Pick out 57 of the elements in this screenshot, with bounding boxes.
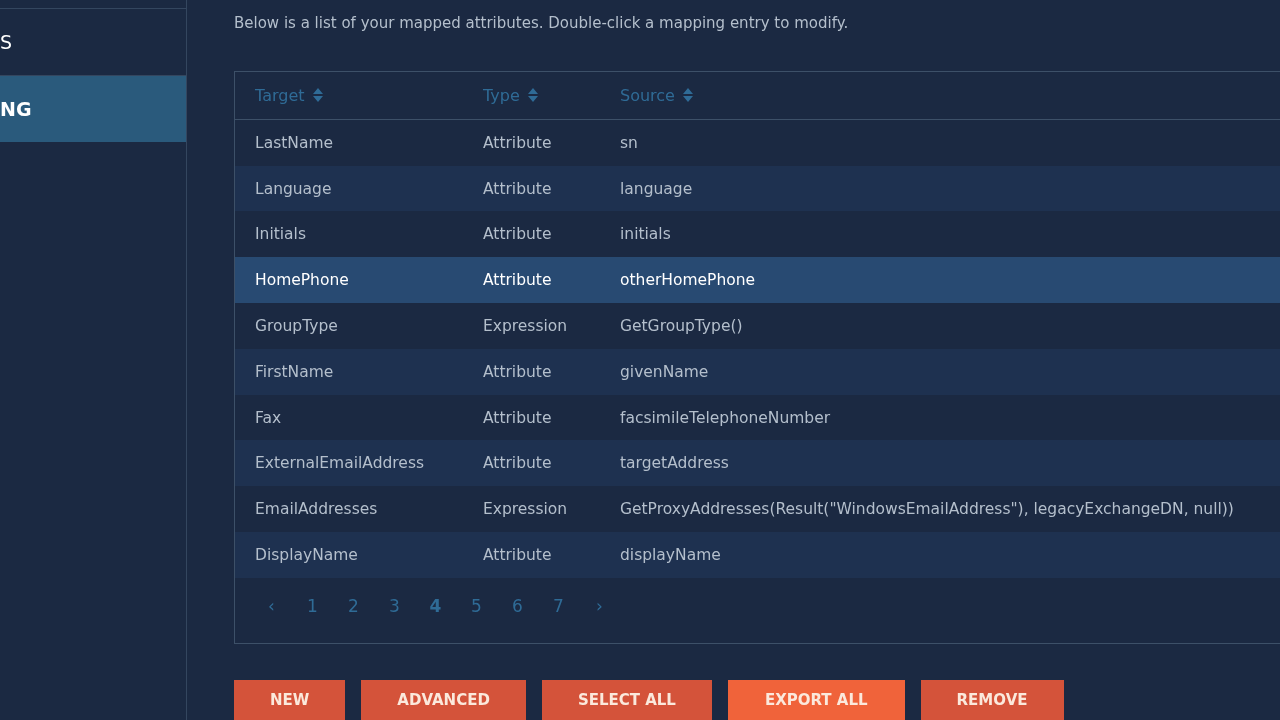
- table-cell-text: givenName: [620, 362, 710, 381]
- table-cell-text: ExternalEmailAddress: [254, 454, 426, 473]
- action-button[interactable]: ADVANCED: [361, 680, 526, 720]
- next-page-link[interactable]: ›: [579, 595, 620, 616]
- page-link[interactable]: 7: [538, 595, 579, 616]
- page-link[interactable]: 1: [292, 595, 333, 616]
- table-cell-text: GroupType: [254, 316, 339, 335]
- previous-page-link[interactable]: ‹: [251, 595, 292, 616]
- table-cell-text: Attribute: [483, 225, 553, 244]
- table-row[interactable]: ExternalEmailAddress Attribute targetAddress: [235, 440, 1280, 487]
- table-cell-text: targetAddress: [620, 454, 730, 473]
- action-button[interactable]: REMOVE: [920, 680, 1064, 720]
- page-link[interactable]: 4: [415, 595, 456, 616]
- table-cell-text: Attribute: [483, 408, 553, 427]
- table-cell-text: Language: [254, 179, 333, 198]
- table-cell-text: otherHomePhone: [620, 271, 757, 290]
- column-header[interactable]: Type: [483, 85, 620, 105]
- table-cell-text: language: [620, 179, 694, 198]
- table-cell-text: Attribute: [483, 271, 553, 290]
- sidebar-item[interactable]: NG: [0, 75, 186, 142]
- sort-icon: [527, 87, 538, 104]
- table-cell-text: LastName: [254, 133, 334, 152]
- table-row[interactable]: Language Attribute language: [235, 165, 1280, 212]
- table-cell-text: GetGroupType(): [620, 316, 744, 335]
- table-cell-text: DisplayName: [254, 545, 359, 564]
- table-cell-text: displayName: [620, 545, 722, 564]
- table-cell-text: Expression: [483, 316, 569, 335]
- table-cell-text: Initials: [254, 225, 307, 244]
- table-cell-text: HomePhone: [254, 271, 350, 290]
- table-cell-text: EmailAddresses: [254, 500, 379, 519]
- page-link[interactable]: 3: [374, 595, 415, 616]
- table-cell-text: Attribute: [483, 179, 553, 198]
- action-button[interactable]: EXPORT ALL: [727, 680, 905, 720]
- sort-icon: [682, 87, 693, 104]
- table-cell-text: Fax: [254, 408, 283, 427]
- sort-icon: [312, 87, 323, 104]
- description-text: Below is a list of your mapped attributes. Double-click a mapping entry to modify.: [234, 14, 850, 34]
- page-link[interactable]: 2: [333, 595, 374, 616]
- action-button[interactable]: SELECT ALL: [541, 680, 712, 720]
- table-cell-text: Expression: [483, 500, 569, 519]
- column-header[interactable]: Source: [620, 85, 1280, 105]
- table-row[interactable]: HomePhone Attribute otherHomePhone: [235, 257, 1280, 303]
- table-cell-text: Attribute: [483, 133, 553, 152]
- table-cell-text: FirstName: [254, 362, 335, 381]
- table-cell-text: initials: [620, 225, 672, 244]
- table-cell-text: Attribute: [483, 454, 553, 473]
- table-row[interactable]: DisplayName Attribute displayName: [235, 532, 1280, 578]
- page-link[interactable]: 6: [497, 595, 538, 616]
- action-button[interactable]: NEW: [234, 680, 346, 720]
- column-header[interactable]: Target: [235, 85, 483, 105]
- table-cell-text: GetProxyAddresses(Result("WindowsEmailAddress"), legacyExchangeDN, null)): [620, 500, 1235, 519]
- table-cell-text: facsimileTelephoneNumber: [620, 408, 832, 427]
- table-cell-text: Attribute: [483, 362, 553, 381]
- table-cell-text: sn: [620, 133, 639, 152]
- table-row[interactable]: FirstName Attribute givenName: [235, 348, 1280, 395]
- page-link[interactable]: 5: [456, 595, 497, 616]
- table-cell-text: Attribute: [483, 545, 553, 564]
